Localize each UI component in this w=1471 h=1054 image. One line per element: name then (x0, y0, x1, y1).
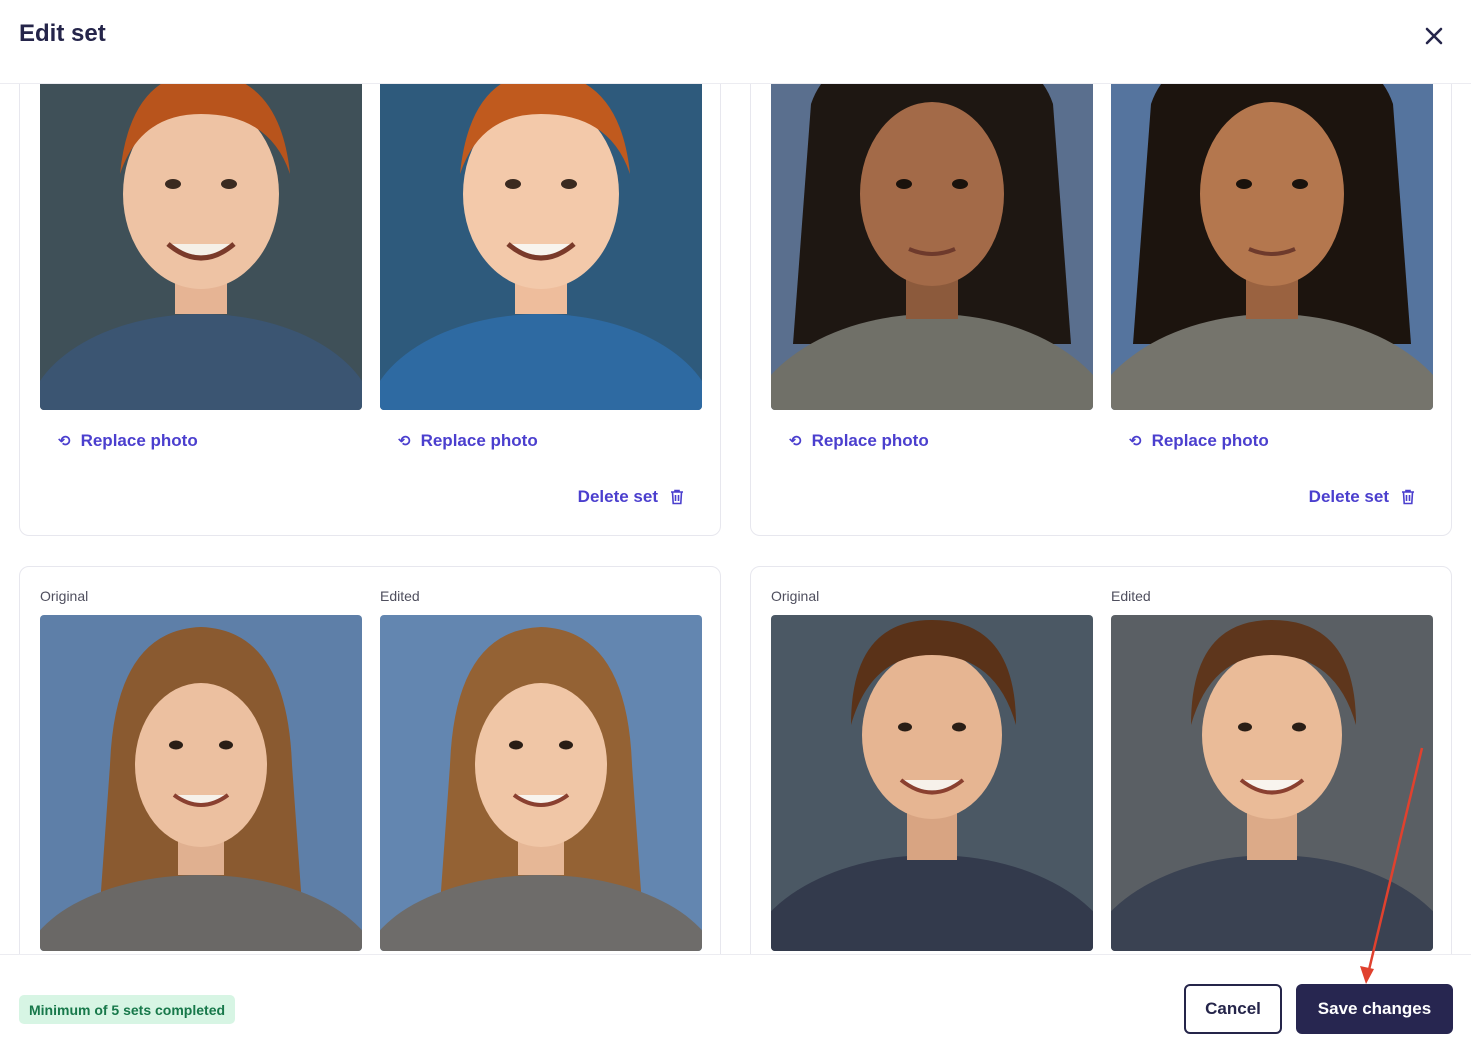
refresh-icon: ⟲ (789, 433, 802, 450)
original-label: Original (771, 588, 820, 604)
edited-photo (1111, 84, 1433, 410)
set-card: Original Edited (19, 566, 721, 954)
replace-photo-label: Replace photo (811, 431, 929, 450)
original-photo (771, 84, 1093, 410)
close-button[interactable] (1418, 20, 1450, 52)
modal-title: Edit set (19, 20, 106, 47)
set-card: ⟲ Replace photo ⟲ Replace photo Delete s… (750, 84, 1452, 536)
delete-set-label: Delete set (1308, 487, 1389, 506)
delete-set-button[interactable]: Delete set (1309, 487, 1415, 507)
edit-set-modal: Edit set ⟲ Replace photo ⟲ Replace photo… (0, 0, 1471, 1054)
refresh-icon: ⟲ (1129, 433, 1142, 450)
replace-photo-button[interactable]: ⟲ Replace photo (1129, 431, 1269, 451)
edited-label: Edited (380, 588, 420, 604)
original-photo (40, 615, 362, 951)
replace-photo-button[interactable]: ⟲ Replace photo (789, 431, 929, 451)
save-changes-button[interactable]: Save changes (1296, 984, 1453, 1034)
original-photo (771, 615, 1093, 951)
close-icon (1425, 27, 1443, 45)
status-badge: Minimum of 5 sets completed (19, 995, 236, 1024)
original-label: Original (40, 588, 89, 604)
original-photo (40, 84, 362, 410)
refresh-icon: ⟲ (398, 433, 411, 450)
delete-set-label: Delete set (577, 487, 658, 506)
edited-photo (380, 615, 702, 951)
replace-photo-label: Replace photo (80, 431, 198, 450)
modal-footer: Minimum of 5 sets completed Cancel Save … (0, 954, 1471, 1054)
replace-photo-label: Replace photo (420, 431, 538, 450)
edited-photo (380, 84, 702, 410)
cancel-button[interactable]: Cancel (1184, 984, 1282, 1034)
modal-header: Edit set (0, 0, 1471, 84)
set-card: ⟲ Replace photo ⟲ Replace photo Delete s… (19, 84, 721, 536)
refresh-icon: ⟲ (58, 433, 71, 450)
delete-set-button[interactable]: Delete set (578, 487, 684, 507)
trash-icon (671, 489, 683, 505)
replace-photo-button[interactable]: ⟲ Replace photo (58, 431, 198, 451)
replace-photo-label: Replace photo (1151, 431, 1269, 450)
replace-photo-button[interactable]: ⟲ Replace photo (398, 431, 538, 451)
sets-scroll-area[interactable]: ⟲ Replace photo ⟲ Replace photo Delete s… (0, 84, 1471, 954)
set-card: Original Edited (750, 566, 1452, 954)
edited-photo (1111, 615, 1433, 951)
edited-label: Edited (1111, 588, 1151, 604)
trash-icon (1402, 489, 1414, 505)
